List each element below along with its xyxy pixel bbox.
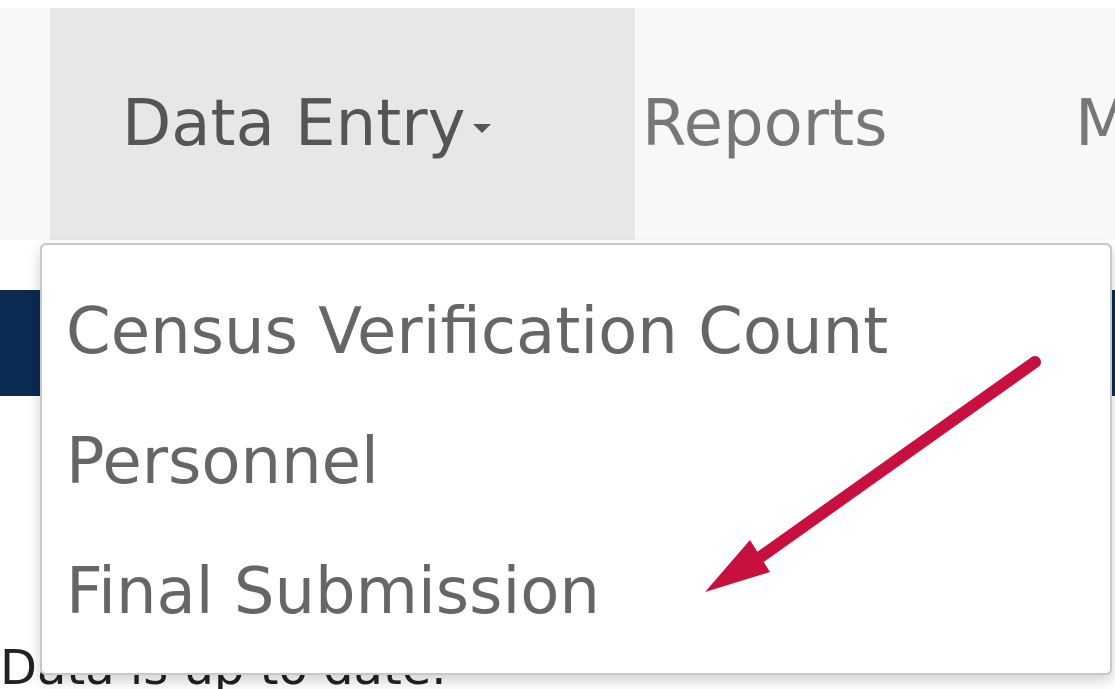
top-navbar: Data Entry Reports M [0, 8, 1115, 240]
nav-item-truncated[interactable]: M [1075, 8, 1115, 240]
menu-item-final-submission[interactable]: Final Submission [66, 555, 600, 629]
page: Data Entry Reports M Data is up to date.… [0, 0, 1115, 689]
data-entry-dropdown-menu: Census Verification Count Personnel Fina… [40, 243, 1112, 675]
menu-item-personnel[interactable]: Personnel [66, 425, 379, 499]
caret-down-icon [473, 123, 492, 133]
nav-item-label: Reports [642, 87, 888, 161]
nav-item-data-entry[interactable]: Data Entry [50, 8, 635, 240]
menu-item-census-verification-count[interactable]: Census Verification Count [66, 295, 888, 369]
nav-item-label: Data Entry [122, 87, 466, 161]
page-header-strip [0, 290, 40, 396]
nav-item-label: M [1075, 87, 1115, 161]
nav-item-reports[interactable]: Reports [642, 8, 888, 240]
